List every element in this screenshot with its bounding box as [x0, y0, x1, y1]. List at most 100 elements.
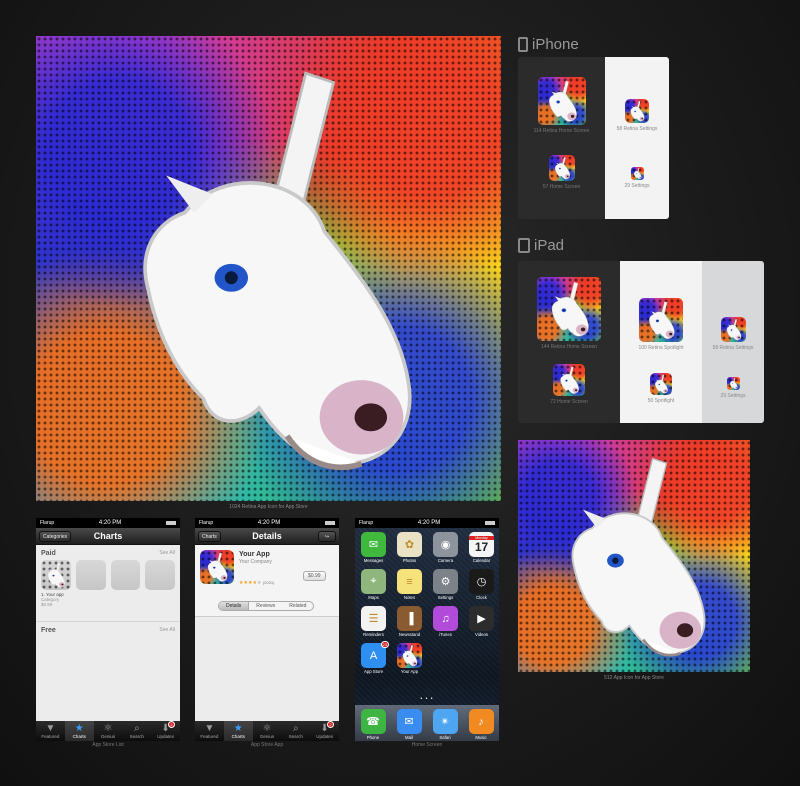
- app-label: Music: [475, 735, 487, 740]
- your-app-tile[interactable]: [41, 560, 71, 590]
- icon-29-preview: [630, 167, 644, 180]
- app-newsstand[interactable]: ▐ Newsstand: [396, 606, 423, 637]
- categories-button[interactable]: Categories: [39, 531, 72, 542]
- details-nav-title: Details: [252, 531, 282, 541]
- placeholder-tile[interactable]: [145, 560, 175, 590]
- iphone-icon-29: 29 Settings: [605, 167, 669, 189]
- tab-charts[interactable]: ★ Charts: [64, 721, 94, 741]
- app-clock[interactable]: ◷ Clock: [468, 569, 495, 600]
- carrier-name: Flarup: [40, 520, 55, 526]
- dock: ☎ Phone ✉ Mail ✴ Safari ♪ Music: [355, 705, 499, 741]
- app-label: Messages: [363, 558, 384, 563]
- app-reminders[interactable]: ☰ Reminders: [360, 606, 387, 637]
- phone-charts-screen: Flarup 4:20 PM Categories Charts Paid Se…: [36, 518, 180, 741]
- tab-label: Updates: [157, 734, 174, 739]
- segment-details[interactable]: Details: [219, 602, 250, 610]
- tab-label: Genius: [259, 734, 275, 739]
- app-label: Calendar: [472, 558, 491, 563]
- tab-search[interactable]: ⌕ Search: [281, 721, 310, 741]
- status-bar: Flarup 4:20 PM: [36, 518, 180, 528]
- ipad-icon-144: 144 Retina Home Screen: [518, 277, 620, 350]
- free-see-all-link[interactable]: See All: [159, 627, 175, 634]
- share-icon: ↪: [324, 533, 330, 540]
- app-detail-card: Your App Your Company ★★★★★ (2001) $0.99…: [195, 545, 339, 617]
- app-settings[interactable]: ⚙ Settings: [432, 569, 459, 600]
- tab-label: Search: [288, 734, 303, 739]
- back-charts-button[interactable]: Charts: [198, 531, 221, 542]
- app-phone[interactable]: ☎ Phone: [360, 709, 386, 741]
- app-label: App Store: [363, 669, 384, 674]
- charts-content: Paid See All 1. Your app Category $0.99 …: [36, 545, 180, 721]
- app-store-icon-512-artwork: [518, 440, 750, 672]
- segment-reviews[interactable]: Reviews: [249, 602, 282, 610]
- share-button[interactable]: ↪: [318, 531, 336, 542]
- settings-gear-icon: ⚙: [433, 569, 458, 594]
- status-time: 4:20 PM: [257, 520, 281, 526]
- detail-company: Your Company: [239, 559, 272, 565]
- app-label: Videos: [474, 632, 489, 637]
- calendar-icon: Monday 17: [469, 532, 494, 557]
- app-itunes[interactable]: ♫ iTunes: [432, 606, 459, 637]
- app-photos[interactable]: ✿ Photos: [396, 532, 423, 563]
- tab-bar: ▼ Featured ★ Charts ⚛ Genius ⌕ Search ⬇ Updates 2: [36, 721, 180, 741]
- home-phone-caption: Home Screen: [411, 742, 443, 748]
- app-maps[interactable]: ⌖ Maps: [360, 569, 387, 600]
- paid-section-header: Paid See All: [36, 545, 180, 560]
- buy-price-button[interactable]: $0.99: [303, 571, 326, 581]
- photos-icon: ✿: [397, 532, 422, 557]
- ipad-icon: [518, 238, 530, 253]
- app-your-app[interactable]: Your App: [396, 643, 423, 674]
- icon-144-preview: [537, 277, 601, 341]
- charts-nav-title: Charts: [93, 531, 123, 541]
- app-app-store[interactable]: A App Store 23: [360, 641, 389, 674]
- status-bar: Flarup 4:20 PM: [195, 518, 339, 528]
- ipad-icon-100: 100 Retina Spotlight: [620, 298, 702, 351]
- icon-72-preview: [553, 364, 585, 396]
- tab-updates[interactable]: ⬇ Updates 2: [151, 721, 180, 741]
- tab-label: Featured: [200, 734, 219, 739]
- tab-genius[interactable]: ⚛ Genius: [253, 721, 282, 741]
- app-label: Newsstand: [398, 632, 421, 637]
- rating-stars: ★★★★★ (2001): [239, 580, 275, 586]
- app-calendar[interactable]: Monday 17 Calendar: [468, 532, 495, 563]
- battery-icon: [165, 521, 176, 525]
- tab-label: Updates: [316, 734, 333, 739]
- segment-related[interactable]: Related: [282, 602, 313, 610]
- app-label: Your App: [400, 669, 419, 674]
- details-navbar: Charts Details ↪: [195, 528, 339, 545]
- icon-50-preview: [650, 373, 672, 395]
- app-videos[interactable]: ▶ Videos: [468, 606, 495, 637]
- tab-featured[interactable]: ▼ Featured: [195, 721, 224, 741]
- app-store-icon-1024-artwork: [36, 36, 501, 501]
- safari-icon: ✴: [432, 709, 458, 734]
- rating-count: (2001): [262, 580, 275, 585]
- iphone-section-title: iPhone: [518, 36, 579, 53]
- ipad-icon-72: 72 Home Screen: [518, 364, 620, 405]
- tab-featured[interactable]: ▼ Featured: [36, 721, 65, 741]
- mail-icon: ✉: [396, 709, 422, 734]
- iphone-icon-114: 114 Retina Home Screen: [518, 77, 605, 134]
- search-icon: ⌕: [292, 723, 299, 734]
- tab-search[interactable]: ⌕ Search: [122, 721, 151, 741]
- app-label: Reminders: [363, 632, 384, 637]
- app-label: Maps: [368, 595, 379, 600]
- placeholder-tile[interactable]: [110, 560, 141, 590]
- app-messages[interactable]: ✉ Messages: [360, 532, 387, 563]
- app-notes[interactable]: ≡ Notes: [396, 569, 423, 600]
- small-art-caption: 512 App Icon for App Store: [604, 675, 664, 681]
- app-music[interactable]: ♪ Music: [468, 709, 494, 741]
- detail-app-name: Your App: [239, 551, 270, 558]
- app-camera[interactable]: ◉ Camera: [432, 532, 459, 563]
- paid-see-all-link[interactable]: See All: [159, 550, 175, 557]
- music-icon: ♪: [468, 709, 494, 734]
- placeholder-tile[interactable]: [75, 560, 106, 590]
- tab-genius[interactable]: ⚛ Genius: [94, 721, 123, 741]
- iphone-icon: [518, 37, 528, 52]
- app-safari[interactable]: ✴ Safari: [432, 709, 458, 741]
- label-57: 57 Home Screen: [542, 184, 581, 190]
- tab-updates[interactable]: ⬇ Updates 2: [310, 721, 339, 741]
- your-app-icon: [200, 550, 234, 584]
- tab-charts[interactable]: ★ Charts: [223, 721, 253, 741]
- messages-icon: ✉: [361, 532, 386, 557]
- app-mail[interactable]: ✉ Mail: [396, 709, 422, 741]
